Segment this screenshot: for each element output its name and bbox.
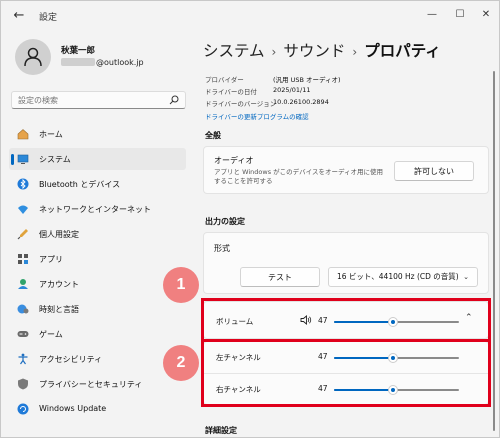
disallow-button[interactable]: 許可しない — [394, 161, 474, 181]
sidebar-item-system[interactable]: システム — [9, 148, 186, 170]
network-icon — [18, 205, 28, 214]
breadcrumb: システム › サウンド › プロパティ — [203, 39, 441, 61]
sidebar-item-privacy[interactable]: プライバシーとセキュリティ — [9, 373, 186, 395]
sidebar-item-bluetooth[interactable]: Bluetooth とデバイス — [9, 173, 186, 195]
sidebar-item-windows-update[interactable]: Windows Update — [9, 398, 186, 420]
close-button[interactable]: ✕ — [475, 5, 497, 25]
annotation-badge-1: 1 — [163, 267, 199, 303]
sidebar-item-label: アプリ — [39, 255, 63, 264]
sidebar-item-time-language[interactable]: 時刻と言語 — [9, 298, 186, 320]
selection-indicator — [11, 154, 14, 165]
user-email: @outlook.jp — [61, 58, 144, 67]
format-select-value: 16 ビット、44100 Hz (CD の音質) — [337, 272, 459, 281]
sidebar-item-accessibility[interactable]: アクセシビリティ — [9, 348, 186, 370]
breadcrumb-separator: › — [271, 45, 277, 59]
home-icon — [17, 129, 29, 140]
search-input[interactable] — [18, 94, 168, 106]
email-suffix: @outlook.jp — [96, 58, 144, 67]
format-card: 形式 テスト 16 ビット、44100 Hz (CD の音質) ⌄ — [203, 232, 489, 294]
sidebar-item-label: プライバシーとセキュリティ — [39, 380, 143, 389]
sidebar-item-label: アカウント — [39, 280, 79, 289]
system-icon — [17, 154, 29, 164]
privacy-shield-icon — [18, 378, 28, 390]
driver-update-link[interactable]: ドライバーの更新プログラムの確認 — [205, 111, 309, 121]
gaming-icon — [17, 331, 29, 337]
bluetooth-icon — [17, 178, 29, 190]
sidebar-item-label: アクセシビリティ — [39, 355, 103, 364]
sidebar-item-account[interactable]: アカウント — [9, 273, 186, 295]
avatar[interactable] — [15, 39, 51, 75]
sidebar-item-personalization[interactable]: 個人用設定 — [9, 223, 186, 245]
email-redaction — [61, 58, 95, 66]
sidebar-item-label: Bluetooth とデバイス — [39, 180, 121, 189]
sidebar-item-apps[interactable]: アプリ — [9, 248, 186, 270]
advanced-heading: 詳細設定 — [205, 426, 237, 435]
sidebar-item-label: Windows Update — [39, 404, 107, 413]
highlight-box-volume — [201, 298, 491, 342]
sidebar-item-label: ホーム — [39, 130, 63, 139]
driver-version-label: ドライバーのバージョン — [205, 100, 277, 108]
output-heading: 出力の設定 — [205, 217, 245, 226]
audio-title: オーディオ — [214, 156, 254, 165]
page-title: プロパティ — [364, 42, 441, 60]
chevron-down-icon: ⌄ — [463, 273, 469, 281]
breadcrumb-sound[interactable]: サウンド — [283, 42, 345, 60]
search-icon[interactable] — [169, 95, 179, 105]
window-title: 設定 — [39, 13, 58, 23]
time-language-icon — [17, 304, 29, 314]
maximize-button[interactable]: ☐ — [449, 5, 471, 25]
sidebar-item-label: 時刻と言語 — [39, 305, 79, 314]
minimize-button[interactable]: — — [421, 5, 443, 25]
sidebar-item-label: ゲーム — [39, 330, 63, 339]
sidebar-item-gaming[interactable]: ゲーム — [9, 323, 186, 345]
title-bar: ← 設定 — ☐ ✕ — [1, 1, 499, 31]
back-arrow-icon[interactable]: ← — [11, 8, 27, 24]
search-box[interactable] — [11, 91, 186, 109]
provider-label: プロバイダー — [205, 76, 244, 84]
sidebar-item-label: 個人用設定 — [39, 230, 79, 239]
format-select[interactable]: 16 ビット、44100 Hz (CD の音質) ⌄ — [328, 267, 478, 287]
user-name: 秋葉一郎 — [61, 46, 96, 56]
driver-version-value: 10.0.26100.2894 — [273, 98, 329, 106]
sidebar-item-label: システム — [39, 155, 71, 164]
sidebar-item-label: ネットワークとインターネット — [39, 205, 151, 214]
driver-date-value: 2025/01/11 — [273, 86, 311, 94]
settings-window: ← 設定 — ☐ ✕ 秋葉一郎 @outlook.jp ホーム システム Blu… — [0, 0, 500, 438]
person-icon — [24, 47, 42, 67]
scrollbar[interactable] — [493, 71, 495, 431]
apps-icon — [18, 254, 28, 264]
breadcrumb-separator: › — [352, 45, 358, 59]
provider-value: (汎用 USB オーディオ) — [273, 76, 341, 84]
driver-date-label: ドライバーの日付 — [205, 88, 257, 96]
personalization-icon — [17, 229, 28, 240]
audio-card: オーディオ アプリと Windows がこのデバイスをオーディオ用に使用すること… — [203, 146, 489, 194]
account-icon — [18, 279, 28, 289]
accessibility-icon — [18, 353, 28, 365]
general-heading: 全般 — [205, 131, 221, 140]
annotation-badge-2: 2 — [163, 345, 199, 381]
audio-description: アプリと Windows がこのデバイスをオーディオ用に使用することを許可する — [214, 168, 383, 185]
test-button[interactable]: テスト — [240, 267, 320, 287]
sidebar-item-network[interactable]: ネットワークとインターネット — [9, 198, 186, 220]
format-label: 形式 — [214, 244, 230, 253]
highlight-box-channels — [201, 339, 491, 407]
breadcrumb-system[interactable]: システム — [203, 42, 265, 60]
sidebar-item-home[interactable]: ホーム — [9, 123, 186, 145]
windows-update-icon — [17, 403, 29, 415]
